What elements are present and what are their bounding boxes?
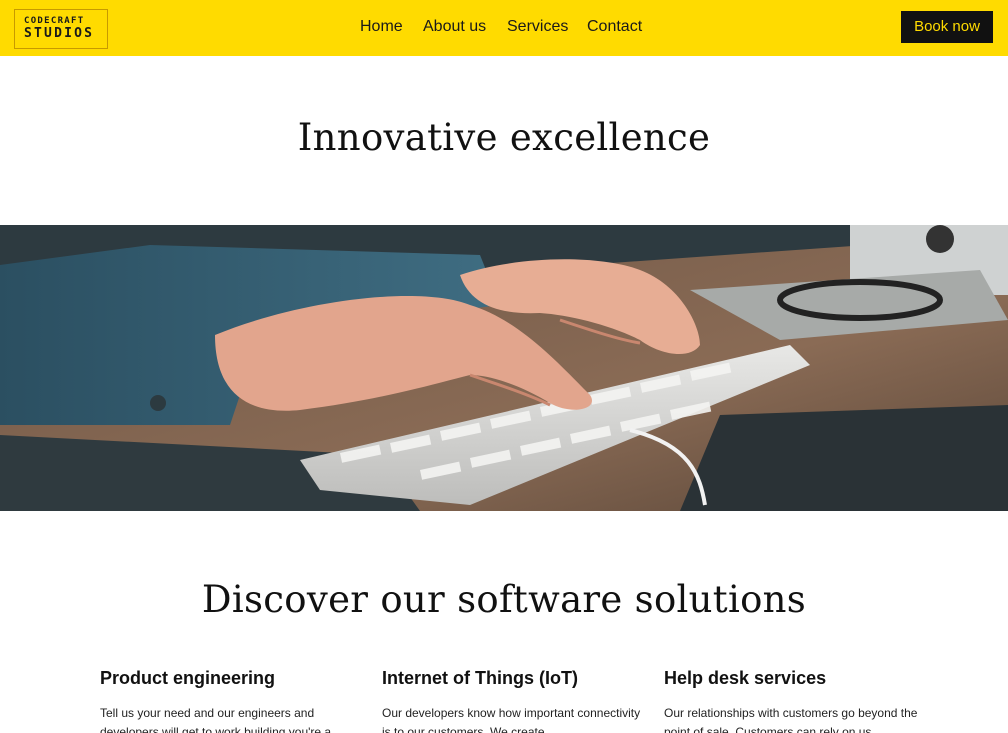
- card-title: Internet of Things (IoT): [382, 668, 578, 688]
- main-nav: Home About us Services Contact: [0, 16, 1008, 38]
- book-now-button[interactable]: Book now: [901, 11, 993, 43]
- card-text: Tell us your need and our engineers and …: [100, 706, 332, 733]
- hero-image: [0, 225, 1008, 511]
- card-title: Product engineering: [100, 668, 276, 688]
- solution-card-product-engineering: Product engineering Tell us your need an…: [100, 666, 360, 733]
- typing-on-keyboard-illustration: [0, 225, 1008, 511]
- hero-title: Innovative excellence: [297, 116, 711, 159]
- card-text: Our developers know how important connec…: [382, 706, 641, 733]
- site-header: CODECRAFT STUDIOS Home About us Services…: [0, 0, 1008, 56]
- nav-services[interactable]: Services: [507, 16, 568, 38]
- solution-card-help-desk: Help desk services Our relationships wit…: [664, 666, 924, 733]
- solution-card-iot: Internet of Things (IoT) Our developers …: [382, 666, 642, 733]
- nav-about-us[interactable]: About us: [423, 16, 486, 38]
- nav-contact[interactable]: Contact: [587, 16, 642, 38]
- section-title: Discover our software solutions: [201, 578, 807, 621]
- card-text: Our relationships with customers go beyo…: [664, 706, 918, 733]
- nav-home[interactable]: Home: [360, 16, 403, 38]
- card-title: Help desk services: [664, 668, 827, 688]
